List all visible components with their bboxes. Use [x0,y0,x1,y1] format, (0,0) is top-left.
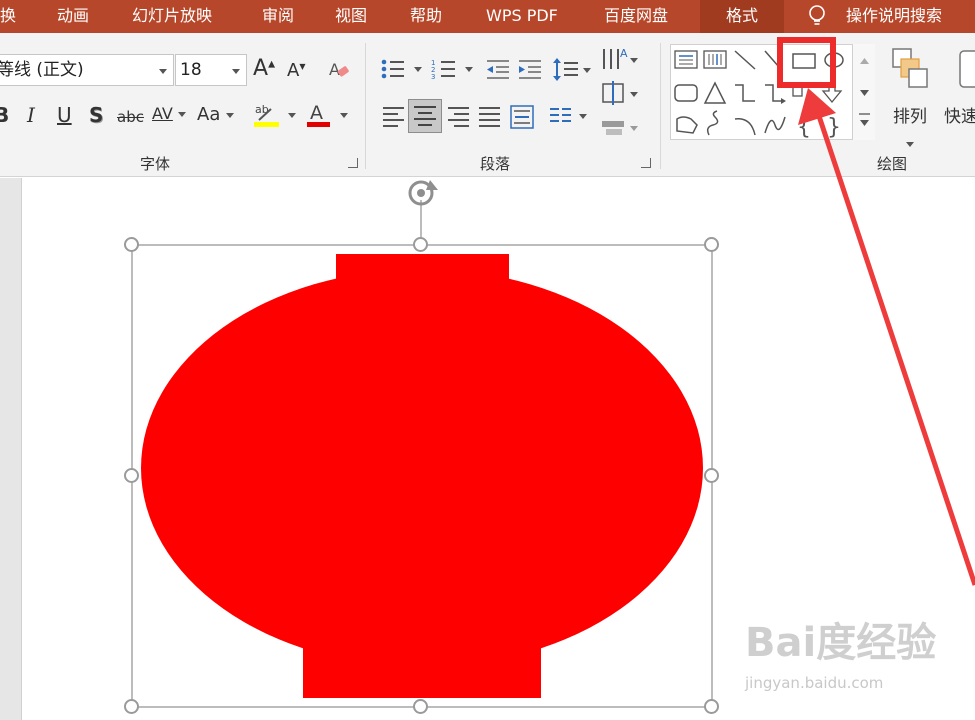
rectangle-highlight-box [777,37,836,88]
resize-handle-left[interactable] [124,468,139,483]
resize-handle-bottom-right[interactable] [704,699,719,714]
resize-handle-right[interactable] [704,468,719,483]
baidu-watermark-url: jingyan.baidu.com [745,674,884,692]
rotate-handle-icon[interactable] [408,180,438,206]
pointer-arrow-head [798,88,836,125]
baidu-watermark: Bai度经验 [745,620,937,666]
resize-handle-bottom[interactable] [413,699,428,714]
lantern-body[interactable] [141,269,703,667]
resize-handle-top[interactable] [413,237,428,252]
pointer-arrow-shaft [814,109,975,586]
resize-handle-bottom-left[interactable] [124,699,139,714]
resize-handle-top-left[interactable] [124,237,139,252]
resize-handle-top-right[interactable] [704,237,719,252]
